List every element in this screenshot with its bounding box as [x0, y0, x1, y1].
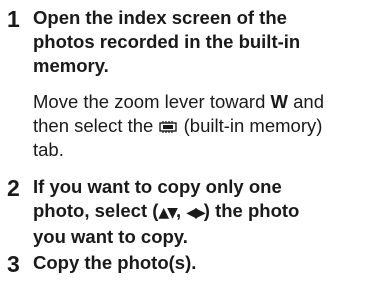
step-title-line: photo, select (▲▼, ◀▶) the photo [33, 199, 371, 225]
zoom-w-key: W [270, 91, 288, 112]
up-down-arrows-icon: ▲▼ [158, 205, 177, 221]
step-title: If you want to copy only one photo, sele… [33, 175, 371, 249]
step-title-line: photos recorded in the built-in [33, 31, 301, 52]
title-text: , [175, 200, 187, 221]
step-title-line: Open the index screen of the [33, 7, 287, 28]
instruction-document: 1 Open the index screen of the photos re… [0, 0, 375, 282]
step-title: Open the index screen of the photos reco… [33, 6, 371, 78]
body-text: (built-in memory) [178, 115, 323, 136]
step-title-line: If you want to copy only one [33, 176, 282, 197]
step-number: 3 [7, 251, 20, 277]
step-title-line: Copy the photo(s). [33, 252, 197, 273]
step-body: Move the zoom lever toward W and then se… [33, 90, 371, 162]
step-number: 2 [7, 175, 20, 201]
body-text: then select the [33, 115, 159, 136]
step-title-line: you want to copy. [33, 226, 188, 247]
left-right-arrows-icon: ◀▶ [186, 205, 205, 221]
title-text: photo, select ( [33, 200, 159, 221]
title-text: ) the photo [203, 200, 300, 221]
body-text: and [288, 91, 325, 112]
step-body-line: then select the (built-in memory) [33, 114, 371, 138]
step-number: 1 [7, 6, 20, 32]
step-title: Copy the photo(s). [33, 251, 371, 275]
body-text: Move the zoom lever toward [33, 91, 271, 112]
step-title-line: memory. [33, 55, 109, 76]
step-body-line: tab. [33, 139, 64, 160]
step-body-line: Move the zoom lever toward W and [33, 90, 371, 114]
built-in-memory-icon [159, 115, 178, 133]
